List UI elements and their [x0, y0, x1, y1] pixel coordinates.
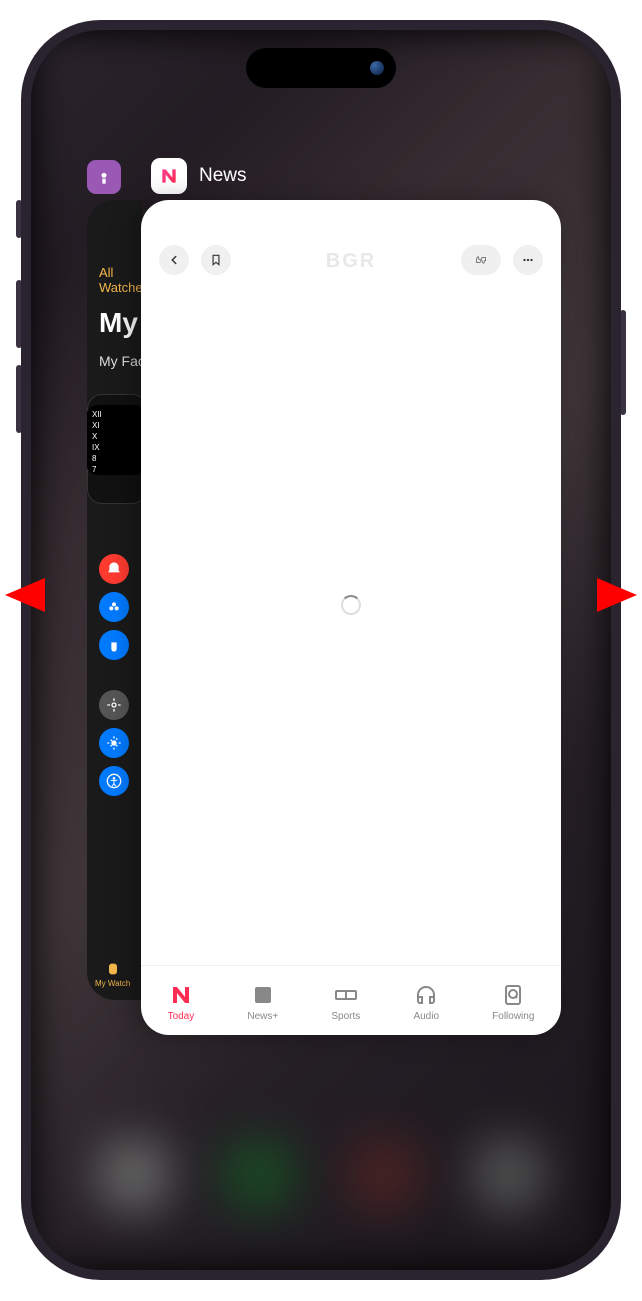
loading-spinner: [341, 595, 361, 615]
watch-tab-icon: [105, 961, 121, 977]
swipe-right-arrow-annotation: [482, 560, 642, 635]
podcasts-app-icon: [87, 160, 121, 194]
tab-audio[interactable]: Audio: [413, 983, 439, 1022]
headphones-icon: [414, 983, 438, 1007]
back-button[interactable]: [159, 245, 189, 275]
more-button[interactable]: [513, 245, 543, 275]
news-app-label: News: [199, 165, 247, 187]
podcasts-icon: [94, 167, 114, 187]
news-n-icon: [159, 166, 179, 186]
watch-face: XIIXIXIX87: [87, 405, 142, 475]
swipe-left-arrow-annotation: [0, 560, 160, 635]
tab-sports[interactable]: Sports: [331, 983, 360, 1022]
settings-section: [99, 690, 142, 796]
sports-icon: [334, 983, 358, 1007]
front-camera: [370, 61, 384, 75]
screen: All Watches My Apple Watch My Faces XIIX…: [31, 30, 611, 1270]
bookmark-button[interactable]: [201, 245, 231, 275]
thumbs-icon: [474, 253, 488, 267]
ellipsis-icon: [521, 253, 535, 267]
watch-tabbar: My Watch: [87, 955, 142, 1000]
tab-today[interactable]: Today: [168, 983, 195, 1022]
bookmark-icon: [209, 253, 223, 267]
watch-preview: XIIXIXIX87: [87, 394, 142, 504]
watch-subtitle: My Faces: [99, 353, 142, 369]
tab-following[interactable]: Following: [492, 983, 534, 1022]
chevron-left-icon: [167, 253, 181, 267]
thumbs-button[interactable]: [461, 245, 501, 275]
phone-frame: All Watches My Apple Watch My Faces XIIX…: [21, 20, 621, 1280]
tab-my-watch: My Watch: [95, 961, 130, 1000]
watch-title: My Apple Watch: [99, 307, 142, 339]
tab-news-plus[interactable]: News+: [247, 983, 278, 1022]
news-tabbar: Today News+ Sports Audio: [141, 965, 561, 1035]
today-icon: [169, 983, 193, 1007]
watch-top-tab: All Watches: [99, 265, 142, 295]
accessibility-icon: [99, 766, 129, 796]
news-app-icon: [151, 158, 187, 194]
gear-icon: [99, 690, 129, 720]
news-plus-icon: [251, 983, 275, 1007]
following-icon: [501, 983, 525, 1007]
news-app-header: News: [151, 158, 247, 194]
brightness-icon: [99, 728, 129, 758]
app-switcher[interactable]: All Watches My Apple Watch My Faces XIIX…: [31, 30, 611, 1270]
news-source-title: BGR: [326, 250, 376, 273]
dynamic-island: [246, 48, 396, 88]
